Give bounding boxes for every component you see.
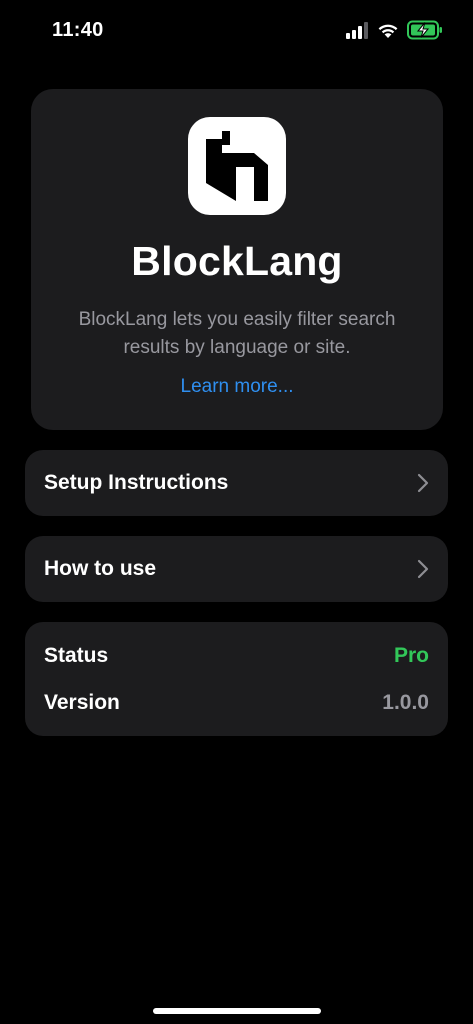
chevron-right-icon — [417, 473, 429, 493]
learn-more-link[interactable]: Learn more... — [31, 376, 443, 398]
setup-instructions-row[interactable]: Setup Instructions — [25, 450, 448, 516]
battery-charging-icon — [407, 20, 442, 40]
status-time: 11:40 — [52, 19, 104, 41]
version-row: Version 1.0.0 — [25, 683, 448, 723]
version-value: 1.0.0 — [382, 691, 429, 714]
wifi-icon — [378, 24, 398, 38]
version-label: Version — [44, 691, 120, 714]
blocklang-logo-icon — [188, 117, 286, 215]
status-bar: 11:40 — [0, 0, 473, 62]
home-indicator[interactable] — [153, 1008, 321, 1014]
status-info-card: Status Pro Version 1.0.0 — [25, 622, 448, 736]
app-info-card: BlockLang BlockLang lets you easily filt… — [31, 89, 443, 430]
status-label: Status — [44, 644, 109, 667]
app-description: BlockLang lets you easily filter search … — [78, 309, 396, 358]
app-name: BlockLang — [131, 238, 343, 284]
setup-instructions-label: Setup Instructions — [44, 471, 229, 494]
chevron-right-icon — [417, 559, 429, 579]
cellular-signal-icon — [346, 22, 368, 39]
status-row: Status Pro — [25, 636, 448, 676]
how-to-use-label: How to use — [44, 557, 157, 580]
status-value: Pro — [393, 644, 429, 667]
how-to-use-row[interactable]: How to use — [25, 536, 448, 602]
